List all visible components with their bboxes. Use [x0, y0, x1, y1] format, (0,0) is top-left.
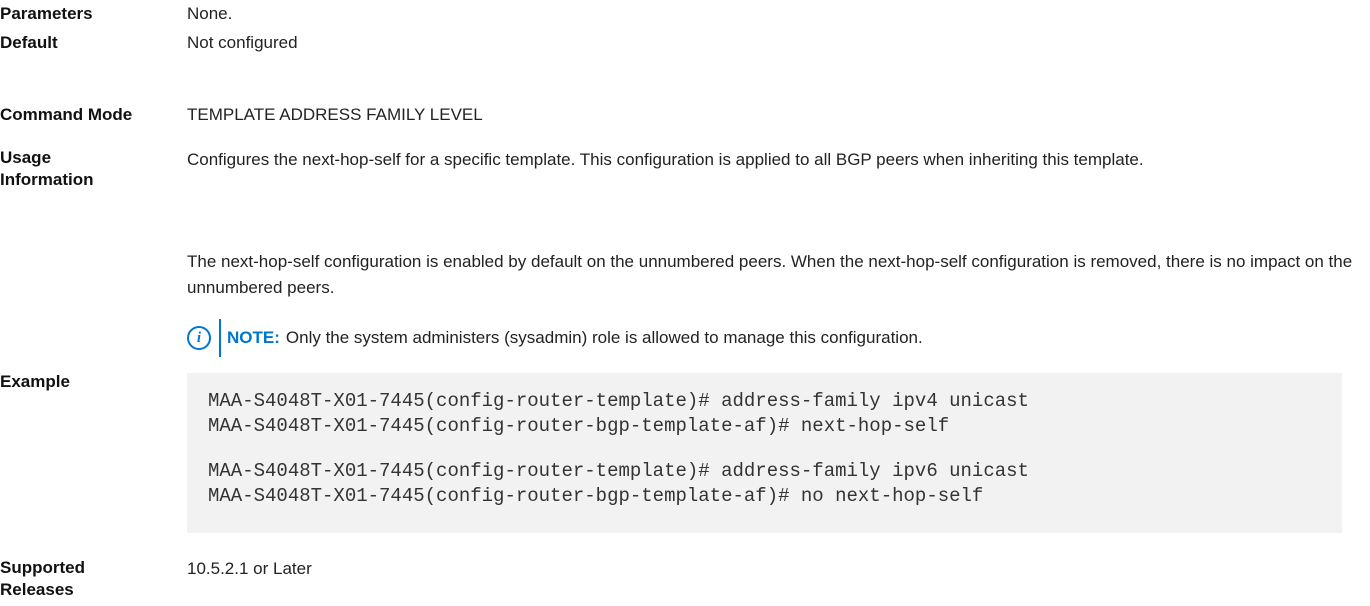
usage-information-body-2: The next-hop-self configuration is enabl… — [187, 249, 1357, 301]
supported-label-line1: Supported — [0, 558, 85, 577]
code-line: MAA-S4048T-X01-7445(config-router-templa… — [208, 460, 1029, 482]
note-text: Only the system administers (sysadmin) r… — [285, 328, 923, 347]
command-mode-label: Command Mode — [0, 105, 133, 124]
usage-paragraph-1: Configures the next-hop-self for a speci… — [187, 150, 1144, 169]
default-label: Default — [0, 33, 58, 52]
note-divider — [219, 319, 221, 357]
note-title: NOTE: — [227, 328, 280, 347]
usage-paragraph-2: The next-hop-self configuration is enabl… — [187, 252, 1353, 297]
supported-label-line2: Releases — [0, 580, 74, 599]
example-label: Example — [0, 372, 70, 391]
usage-information-label: Usage Information — [0, 147, 150, 191]
parameters-label: Parameters — [0, 4, 93, 23]
code-line: MAA-S4048T-X01-7445(config-router-bgp-te… — [208, 415, 950, 437]
code-line: MAA-S4048T-X01-7445(config-router-bgp-te… — [208, 485, 984, 507]
usage-label-line1: Usage — [0, 148, 52, 167]
parameters-value: None. — [187, 4, 233, 23]
note-callout: i NOTE: Only the system administers (sys… — [187, 319, 923, 357]
usage-information-body: Configures the next-hop-self for a speci… — [187, 147, 1357, 173]
usage-label-line2: Information — [0, 170, 94, 189]
default-value: Not configured — [187, 33, 298, 52]
example-code-block: MAA-S4048T-X01-7445(config-router-templa… — [187, 373, 1342, 533]
supported-releases-value: 10.5.2.1 or Later — [187, 559, 312, 578]
info-icon: i — [187, 326, 211, 350]
supported-releases-label: Supported Releases — [0, 557, 150, 601]
code-line: MAA-S4048T-X01-7445(config-router-templa… — [208, 390, 1029, 412]
command-mode-value: TEMPLATE ADDRESS FAMILY LEVEL — [187, 105, 483, 124]
